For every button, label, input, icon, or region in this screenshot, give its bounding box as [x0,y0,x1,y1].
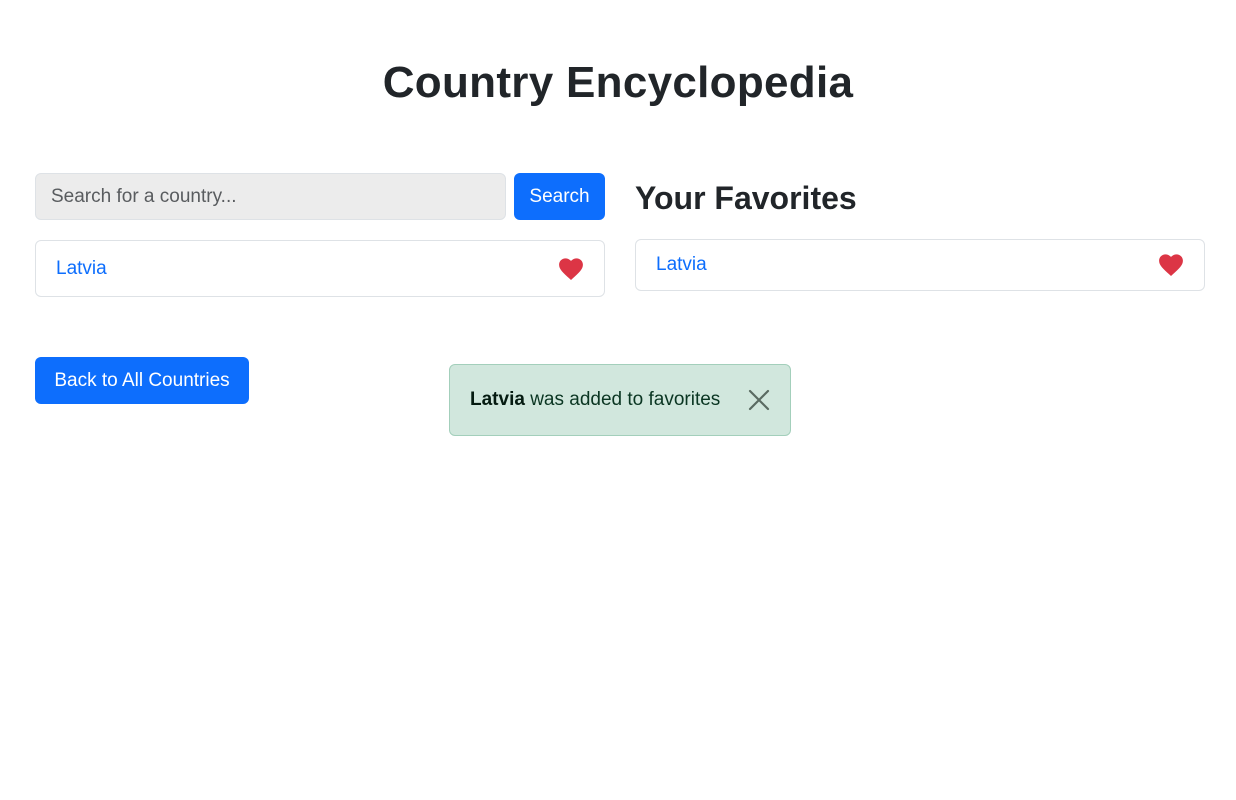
favorite-link-latvia[interactable]: Latvia [656,254,707,276]
close-icon[interactable] [748,389,770,411]
toast-message: Latvia was added to favorites [470,389,738,411]
favorite-item: Latvia [635,239,1205,291]
heart-icon[interactable] [1158,253,1184,277]
search-bar: Search [35,173,605,220]
heart-icon[interactable] [558,257,584,281]
search-button[interactable]: Search [514,173,605,220]
back-to-all-countries-button[interactable]: Back to All Countries [35,357,249,404]
page-title: Country Encyclopedia [382,58,854,107]
toast-notification: Latvia was added to favorites [449,364,791,436]
toast-country-name: Latvia [470,389,525,410]
toast-message-text: was added to favorites [524,389,721,410]
country-link-latvia[interactable]: Latvia [56,258,107,280]
search-result-item: Latvia [35,240,605,297]
search-input[interactable] [35,173,506,220]
favorites-heading: Your Favorites [635,180,857,216]
